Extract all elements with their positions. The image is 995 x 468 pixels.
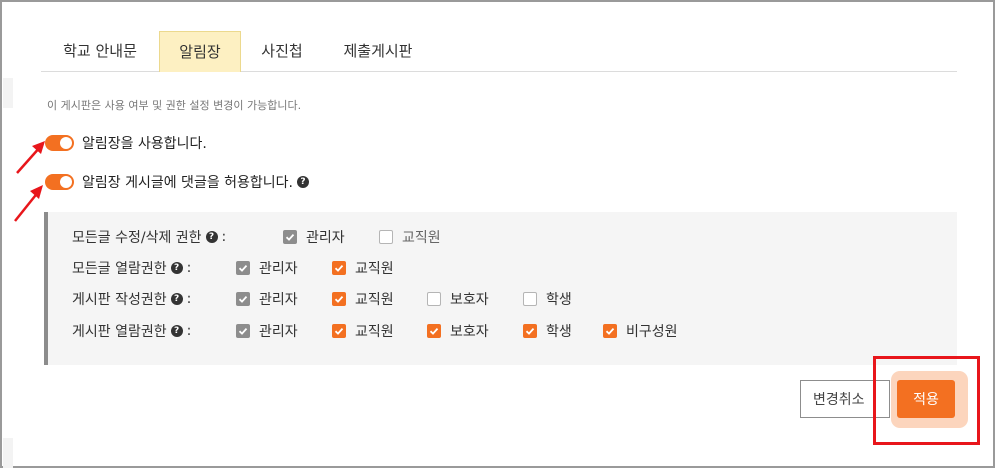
enable-board-toggle[interactable] (45, 135, 74, 151)
option-staff[interactable]: 교직원 (379, 226, 441, 248)
option-label: 교직원 (355, 324, 394, 340)
toggle-row-enable-board: 알림장을 사용합니다. (45, 133, 207, 153)
option-label: 보호자 (450, 324, 489, 340)
checkbox[interactable] (379, 230, 393, 244)
tab-submission-board[interactable]: 제출게시판 (323, 31, 433, 71)
question-circle-icon[interactable]: ? (297, 176, 309, 188)
option-label: 관리자 (259, 324, 298, 340)
option-student[interactable]: 학생 (523, 288, 572, 310)
permission-row-read: 게시판 열람권한 ? : (72, 320, 191, 342)
option-admin: 관리자 (236, 257, 298, 279)
option-label: 비구성원 (626, 324, 678, 340)
permission-label: 모든글 수정/삭제 권한 (72, 230, 202, 246)
colon: : (186, 323, 192, 339)
check-icon[interactable] (332, 261, 346, 275)
allow-comments-toggle[interactable] (45, 174, 74, 190)
toggle-row-allow-comments: 알림장 게시글에 댓글을 허용합니다. ? (45, 172, 309, 192)
option-label: 교직원 (355, 292, 394, 308)
option-label: 학생 (546, 324, 572, 340)
enable-board-label: 알림장을 사용합니다. (82, 136, 207, 152)
option-guardian[interactable]: 보호자 (427, 320, 489, 342)
settings-description: 이 게시판은 사용 여부 및 권한 설정 변경이 가능합니다. (47, 99, 302, 112)
question-circle-icon[interactable]: ? (205, 231, 218, 243)
permission-row-read-all: 모든글 열람권한 ? : (72, 257, 191, 279)
option-guardian[interactable]: 보호자 (427, 288, 489, 310)
permission-label: 게시판 열람권한 (72, 324, 167, 340)
option-label: 학생 (546, 292, 572, 308)
check-icon (236, 261, 250, 275)
colon: : (186, 260, 192, 276)
question-circle-icon[interactable]: ? (170, 325, 183, 337)
checkbox[interactable] (427, 292, 441, 306)
option-label: 관리자 (306, 230, 345, 246)
red-arrow-icon (14, 185, 43, 222)
option-student[interactable]: 학생 (523, 320, 572, 342)
annotation-highlight-box (873, 356, 980, 445)
check-icon (283, 230, 297, 244)
question-circle-icon[interactable]: ? (170, 293, 183, 305)
scroll-marker (3, 438, 13, 468)
board-tabs: 학교 안내문 알림장 사진첩 제출게시판 (41, 31, 957, 72)
check-icon[interactable] (523, 324, 537, 338)
check-icon[interactable] (603, 324, 617, 338)
permission-label: 모든글 열람권한 (72, 261, 167, 277)
permission-row-write: 게시판 작성권한 ? : (72, 288, 191, 310)
option-label: 보호자 (450, 292, 489, 308)
check-icon[interactable] (332, 292, 346, 306)
option-admin: 관리자 (283, 226, 345, 248)
tab-photo-album[interactable]: 사진첩 (241, 31, 323, 71)
option-label: 관리자 (259, 261, 298, 277)
option-staff[interactable]: 교직원 (332, 257, 394, 279)
option-label: 관리자 (259, 292, 298, 308)
checkbox[interactable] (523, 292, 537, 306)
colon: : (221, 229, 227, 245)
permission-row-edit-delete: 모든글 수정/삭제 권한 ? : (72, 226, 226, 248)
option-label: 교직원 (355, 261, 394, 277)
check-icon[interactable] (332, 324, 346, 338)
colon: : (186, 291, 192, 307)
scroll-marker (3, 78, 13, 108)
option-admin: 관리자 (236, 320, 298, 342)
option-staff[interactable]: 교직원 (332, 288, 394, 310)
tab-school-notice[interactable]: 학교 안내문 (41, 31, 159, 71)
allow-comments-label: 알림장 게시글에 댓글을 허용합니다. (82, 175, 293, 191)
red-arrow-icon (16, 141, 45, 174)
option-label: 교직원 (402, 230, 441, 246)
check-icon (236, 324, 250, 338)
question-circle-icon[interactable]: ? (170, 262, 183, 274)
check-icon (236, 292, 250, 306)
check-icon[interactable] (427, 324, 441, 338)
permission-label: 게시판 작성권한 (72, 292, 167, 308)
option-admin: 관리자 (236, 288, 298, 310)
option-staff[interactable]: 교직원 (332, 320, 394, 342)
permission-settings-panel: 모든글 수정/삭제 권한 ? : 관리자 교직원 모든글 열람권한 ? : 관리… (44, 212, 957, 365)
tab-notice-board[interactable]: 알림장 (159, 31, 241, 72)
option-non-member[interactable]: 비구성원 (603, 320, 678, 342)
